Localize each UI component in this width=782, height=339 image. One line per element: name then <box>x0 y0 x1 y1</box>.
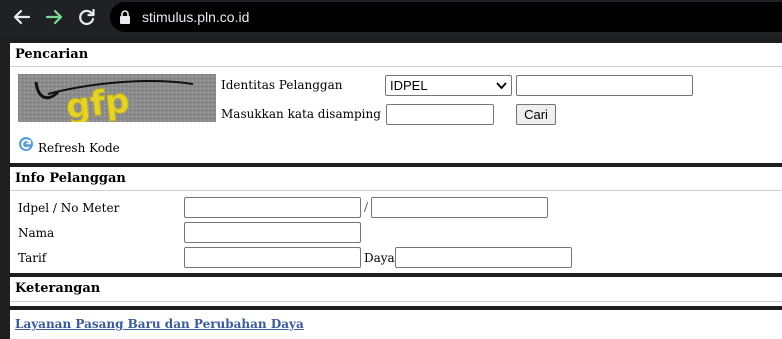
customer-id-label: Identitas Pelanggan <box>221 78 343 92</box>
captcha-label: Masukkan kata disamping <box>221 107 381 121</box>
captcha-input[interactable] <box>386 104 494 125</box>
address-bar[interactable]: stimulus.pln.co.id <box>110 2 782 32</box>
back-arrow-icon <box>13 9 31 25</box>
captcha-text: gfp <box>64 81 131 122</box>
refresh-icon <box>19 137 33 151</box>
divider <box>10 66 782 67</box>
back-button[interactable] <box>10 6 34 28</box>
customer-info-title: Info Pelanggan <box>15 171 126 186</box>
customer-info-panel: Info Pelanggan Idpel / No Meter / Nama T… <box>10 167 782 273</box>
reload-icon <box>79 8 95 25</box>
search-panel-title: Pencarian <box>15 47 89 62</box>
url-text: stimulus.pln.co.id <box>142 9 250 25</box>
daya-label: Daya <box>364 251 395 265</box>
page-content: Pencarian gfp Identitas Pelanggan IDPEL <box>0 36 782 339</box>
notes-title: Keterangan <box>15 281 101 296</box>
search-panel: Pencarian gfp Identitas Pelanggan IDPEL <box>10 43 782 163</box>
tarif-label: Tarif <box>18 251 47 265</box>
id-type-select[interactable]: IDPEL <box>385 75 512 96</box>
service-link-panel: Layanan Pasang Baru dan Perubahan Daya <box>10 310 782 339</box>
slash-separator: / <box>364 200 369 214</box>
name-label: Nama <box>18 226 55 240</box>
browser-toolbar: stimulus.pln.co.id <box>0 0 782 36</box>
id-type-selected-value: IDPEL <box>390 78 428 93</box>
tarif-field[interactable] <box>184 247 361 268</box>
forward-arrow-icon <box>45 9 63 25</box>
refresh-code-label: Refresh Kode <box>38 141 120 155</box>
reload-button[interactable] <box>75 6 99 28</box>
lock-icon <box>120 10 130 24</box>
search-button[interactable]: Cari <box>516 104 556 125</box>
divider <box>10 190 782 191</box>
name-field[interactable] <box>184 222 361 243</box>
forward-button[interactable] <box>42 6 66 28</box>
daya-field[interactable] <box>395 247 572 268</box>
idpel-field[interactable] <box>184 197 361 218</box>
customer-id-input[interactable] <box>516 75 693 96</box>
idpel-meter-label: Idpel / No Meter <box>18 201 120 215</box>
captcha-image: gfp <box>18 74 216 122</box>
divider <box>10 301 782 302</box>
notes-panel: Keterangan <box>10 277 782 306</box>
chevron-down-icon <box>496 82 507 90</box>
new-connection-link[interactable]: Layanan Pasang Baru dan Perubahan Daya <box>15 317 304 331</box>
meter-number-field[interactable] <box>371 197 548 218</box>
